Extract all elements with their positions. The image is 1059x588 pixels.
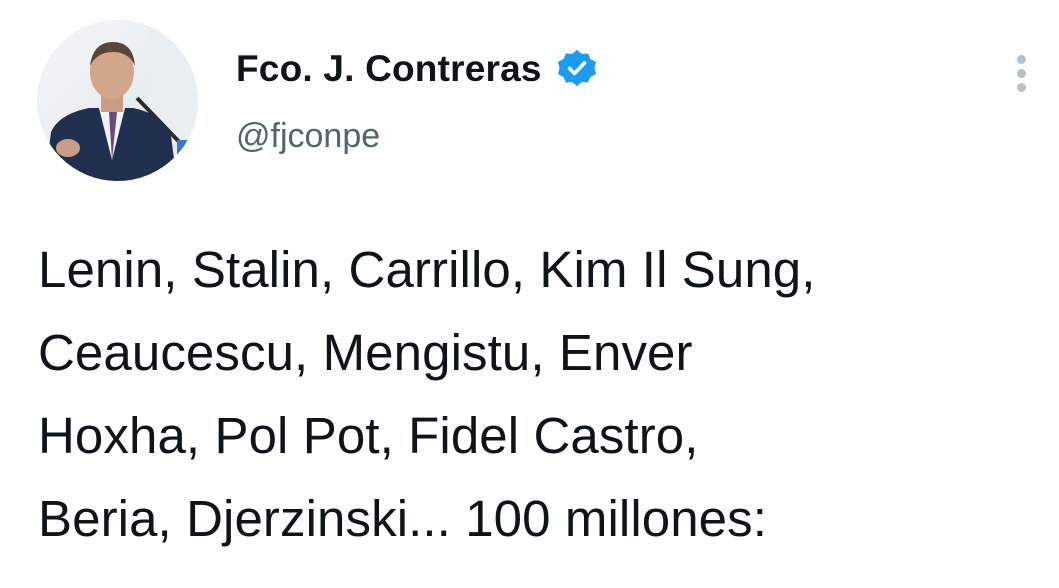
- tweet-text: Lenin, Stalin, Carrillo, Kim Il Sung, Ce…: [38, 228, 1048, 560]
- tweet-text-line: Hoxha, Pol Pot, Fidel Castro,: [38, 407, 699, 464]
- avatar[interactable]: [37, 20, 198, 181]
- verified-badge-icon: [556, 48, 598, 90]
- tweet-text-line: Ceaucescu, Mengistu, Enver: [38, 324, 693, 381]
- author-name-row: Fco. J. Contreras: [236, 43, 598, 95]
- more-dot: [1016, 82, 1026, 92]
- more-dot: [1016, 54, 1026, 64]
- tweet-text-line: Beria, Djerzinski... 100 millones:: [38, 490, 768, 547]
- more-dot: [1016, 68, 1026, 78]
- tweet-card: Fco. J. Contreras @fjconpe Lenin, Stalin…: [0, 0, 1059, 588]
- author-handle[interactable]: @fjconpe: [236, 117, 380, 156]
- tweet-text-line: Lenin, Stalin, Carrillo, Kim Il Sung,: [38, 241, 816, 298]
- author-display-name[interactable]: Fco. J. Contreras: [236, 48, 542, 90]
- avatar-photo: [37, 20, 198, 181]
- more-options-icon[interactable]: [1004, 48, 1038, 98]
